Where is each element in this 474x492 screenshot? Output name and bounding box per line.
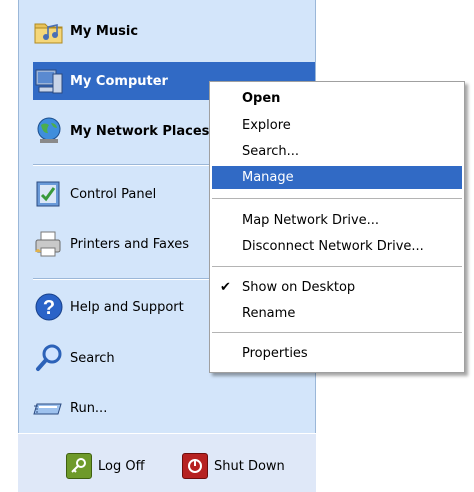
logoff-button[interactable]: Log Off bbox=[66, 453, 145, 479]
svg-text:?: ? bbox=[43, 297, 55, 319]
network-icon bbox=[33, 115, 65, 147]
logoff-label: Log Off bbox=[98, 458, 145, 474]
menu-item-label: Disconnect Network Drive... bbox=[242, 239, 424, 254]
power-icon bbox=[182, 453, 208, 479]
start-item-label: My Computer bbox=[70, 73, 168, 89]
music-folder-icon bbox=[33, 15, 65, 47]
menu-item-label: Manage bbox=[242, 170, 294, 185]
menu-separator bbox=[212, 266, 462, 267]
menu-item-label: Search... bbox=[242, 144, 300, 159]
menu-item-disconnect-network-drive[interactable]: Disconnect Network Drive... bbox=[212, 235, 462, 258]
menu-separator bbox=[212, 332, 462, 333]
menu-item-label: Map Network Drive... bbox=[242, 213, 380, 228]
menu-item-rename[interactable]: Rename bbox=[212, 302, 462, 325]
start-item-label: Control Panel bbox=[70, 186, 157, 202]
start-item-my-music[interactable]: My Music bbox=[33, 12, 138, 50]
computer-icon bbox=[33, 65, 65, 97]
start-item-label: Search bbox=[70, 350, 115, 366]
menu-item-label: Explore bbox=[242, 118, 291, 133]
help-icon: ? bbox=[33, 291, 65, 323]
search-icon bbox=[33, 342, 65, 374]
menu-item-label: Rename bbox=[242, 306, 296, 321]
start-item-run[interactable]: Run... bbox=[33, 389, 107, 427]
key-icon bbox=[66, 453, 92, 479]
printer-icon bbox=[33, 228, 65, 260]
menu-item-manage[interactable]: Manage bbox=[212, 166, 462, 189]
run-icon bbox=[33, 392, 65, 424]
start-item-label: My Network Places bbox=[70, 123, 210, 139]
menu-item-open[interactable]: Open bbox=[212, 87, 462, 110]
start-menu-footer: Log Off Shut Down bbox=[18, 433, 316, 492]
menu-item-label: Show on Desktop bbox=[242, 280, 356, 295]
start-item-label: Printers and Faxes bbox=[70, 236, 190, 252]
menu-item-label: Open bbox=[242, 91, 281, 106]
context-menu: Open Explore Search... Manage Map Networ… bbox=[209, 81, 465, 373]
menu-item-properties[interactable]: Properties bbox=[212, 342, 462, 365]
start-item-label: Run... bbox=[70, 400, 108, 416]
start-item-label: My Music bbox=[70, 23, 139, 39]
start-item-control-panel[interactable]: Control Panel bbox=[33, 175, 156, 213]
shutdown-label: Shut Down bbox=[214, 458, 285, 474]
start-item-help-and-support[interactable]: ? Help and Support bbox=[33, 288, 223, 326]
start-item-label: Help and Support bbox=[70, 299, 184, 315]
start-item-search[interactable]: Search bbox=[33, 339, 115, 377]
check-icon: ✔ bbox=[220, 280, 231, 295]
start-item-printers-and-faxes[interactable]: Printers and Faxes bbox=[33, 225, 223, 263]
control-panel-icon bbox=[33, 178, 65, 210]
menu-separator bbox=[212, 198, 462, 199]
menu-item-label: Properties bbox=[242, 346, 308, 361]
menu-item-explore[interactable]: Explore bbox=[212, 114, 462, 137]
menu-item-map-network-drive[interactable]: Map Network Drive... bbox=[212, 209, 462, 232]
menu-item-search[interactable]: Search... bbox=[212, 140, 462, 163]
start-item-my-network-places[interactable]: My Network Places bbox=[33, 112, 233, 150]
menu-item-show-on-desktop[interactable]: ✔ Show on Desktop bbox=[212, 276, 462, 299]
shutdown-button[interactable]: Shut Down bbox=[182, 453, 285, 479]
